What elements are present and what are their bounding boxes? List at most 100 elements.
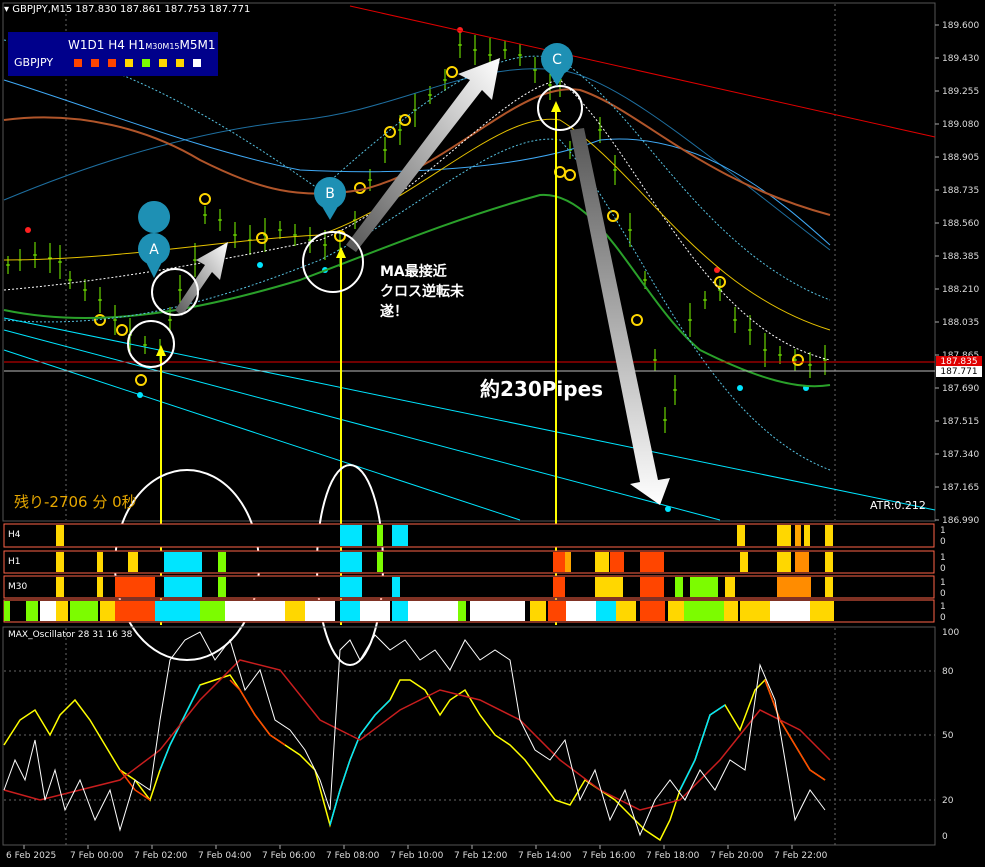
strip-scale-top: 1	[940, 578, 946, 588]
strip-block	[340, 552, 362, 572]
marker-b[interactable]: B	[314, 177, 346, 220]
strip-block	[40, 601, 56, 621]
signal-dot	[564, 169, 576, 181]
price-tick-label: 188.735	[942, 186, 979, 196]
strip-block	[470, 601, 525, 621]
oscillator-frame	[2, 626, 936, 846]
strip-block	[690, 577, 718, 597]
price-tick-label: 187.165	[942, 483, 979, 493]
strip-block	[97, 552, 103, 572]
band-dotted-cyan-low	[3, 138, 831, 471]
marker-a[interactable]: A	[138, 201, 171, 278]
signal-dot	[607, 210, 619, 222]
strip-block	[200, 601, 225, 621]
strip-block	[777, 525, 791, 546]
strip-block	[225, 601, 285, 621]
signal-dot	[135, 374, 147, 386]
strip-block	[740, 552, 748, 572]
price-tick-label: 189.080	[942, 120, 979, 130]
strip-block	[305, 601, 335, 621]
price-axis: 189.600 189.430 189.255 189.080 188.905 188.7…	[935, 21, 979, 526]
strip-block	[530, 601, 546, 621]
dropdown-icon[interactable]: ▾	[4, 4, 9, 15]
osc-main-line-down2	[229, 679, 286, 746]
strip-block	[565, 552, 571, 572]
oscillator-title: MAX_Oscillator 28 31 16 38	[8, 630, 133, 640]
strip-block	[810, 601, 826, 621]
mtf-tf-small: M30M15	[145, 42, 180, 51]
strip-block	[795, 552, 809, 572]
time-tick-label: 7 Feb 02:00	[134, 851, 188, 861]
atr-label: ATR:0.212	[870, 499, 926, 512]
chart-title: ▾ GBPJPY,M15 187.830 187.861 187.753 187…	[4, 4, 250, 15]
time-tick-label: 7 Feb 10:00	[390, 851, 444, 861]
oscillator-axis: 100 80 50 20 0	[942, 628, 959, 842]
mtf-panel: W1D1 H4 H1M30M15M5M1 GBPJPY	[8, 32, 218, 76]
strip-block	[56, 525, 64, 546]
time-tick-label: 7 Feb 16:00	[582, 851, 636, 861]
band-dotted-white	[3, 79, 831, 361]
mtf-square	[125, 59, 133, 67]
strip-block	[26, 601, 38, 621]
mtf-tf-main: W1D1 H4 H1	[68, 38, 146, 52]
time-tick-label: 7 Feb 00:00	[70, 851, 124, 861]
signal-dot	[399, 114, 411, 126]
strip-scale-bottom: 0	[940, 589, 946, 599]
strip-block	[553, 577, 565, 597]
oscillator-lines	[3, 631, 831, 842]
mtf-tf-tail: M5M1	[179, 38, 216, 52]
chart-canvas[interactable]: A B C MA最接近 クロス逆転未 遂！ 約230Pipes 残り-2706 …	[0, 0, 985, 867]
signal-dot	[199, 193, 211, 205]
oscillator-levels	[4, 628, 935, 845]
trend-arrow-b	[346, 58, 500, 252]
strip-block	[115, 601, 155, 621]
strip-block	[640, 552, 664, 572]
strip-block	[553, 552, 565, 572]
vertical-grid	[65, 4, 836, 520]
signal-dot	[446, 66, 458, 78]
time-tick-label: 7 Feb 14:00	[518, 851, 572, 861]
strip-scale-bottom: 0	[940, 537, 946, 547]
mtf-symbol: GBPJPY	[14, 56, 54, 69]
indicator-bands	[3, 39, 831, 471]
ask-price-tag-text: 187.835	[940, 357, 977, 367]
price-tick-label: 188.035	[942, 318, 979, 328]
price-tick-label: 188.210	[942, 285, 979, 295]
mtf-square	[91, 59, 99, 67]
strip-block	[164, 552, 202, 572]
signal-dot	[631, 314, 643, 326]
strip-block	[56, 577, 64, 597]
strip-block	[595, 577, 623, 597]
price-tick-label: 188.385	[942, 252, 979, 262]
osc-tick-label: 100	[942, 628, 959, 638]
strip-block	[408, 601, 458, 621]
osc-raw-line	[3, 631, 826, 837]
ma-note-line1: MA最接近	[380, 263, 447, 280]
price-tick-label: 189.430	[942, 54, 979, 64]
channel-line-lower	[3, 329, 721, 521]
price-tick-label: 187.340	[942, 450, 979, 460]
time-tick-label: 7 Feb 12:00	[454, 851, 508, 861]
strip-block	[616, 601, 636, 621]
ma-note-line3: 遂！	[380, 303, 408, 320]
mtf-square	[176, 59, 184, 67]
time-tick-label: 7 Feb 04:00	[198, 851, 252, 861]
mtf-timeframes: W1D1 H4 H1M30M15M5M1	[68, 38, 215, 52]
strip-block	[70, 601, 98, 621]
signal-dot	[116, 324, 128, 336]
time-tick-label: 7 Feb 22:00	[774, 851, 828, 861]
channel-line-upper	[3, 317, 936, 511]
marker-c[interactable]: C	[541, 43, 573, 86]
osc-tick-label: 50	[942, 731, 954, 741]
ma-note: MA最接近 クロス逆転未 遂！	[380, 263, 465, 320]
marker-b-label: B	[325, 186, 335, 202]
strip-block	[340, 577, 362, 597]
strip-block	[826, 601, 834, 621]
time-tick-label: 7 Feb 18:00	[646, 851, 700, 861]
strip-block	[825, 552, 833, 572]
strip-block	[640, 601, 665, 621]
mtf-square	[74, 59, 82, 67]
strip-block	[595, 552, 609, 572]
price-tick-label: 188.560	[942, 219, 979, 229]
price-tick-label: 186.990	[942, 516, 979, 526]
